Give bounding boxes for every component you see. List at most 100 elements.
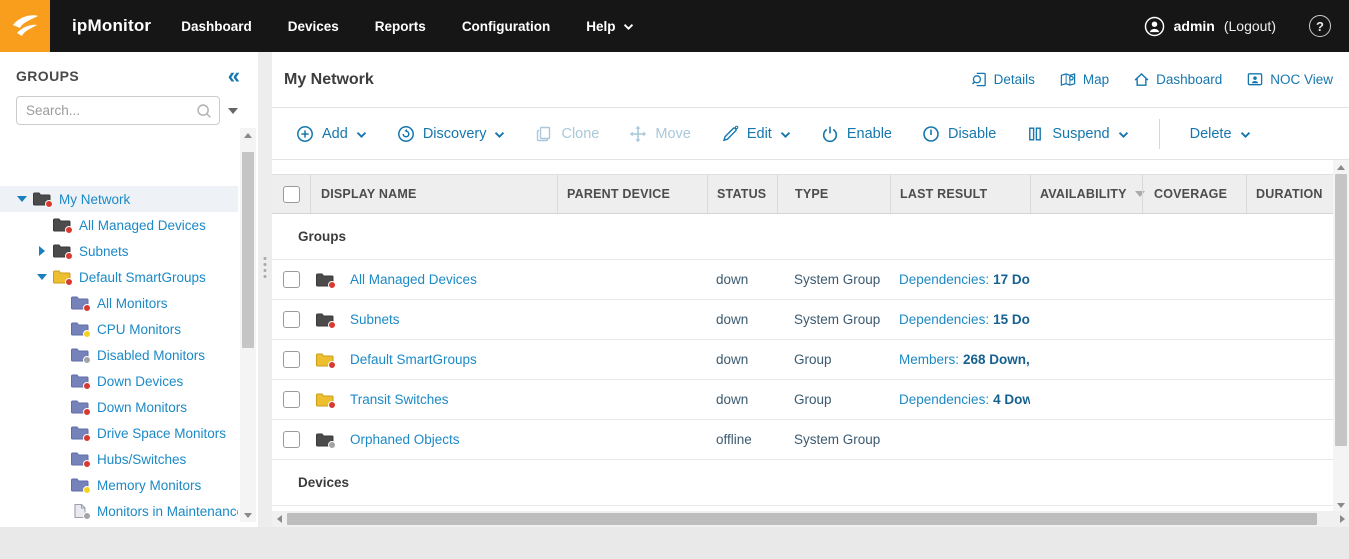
- solarwinds-logo[interactable]: [0, 0, 50, 52]
- row-last-result[interactable]: Members: 268 Down,: [899, 352, 1030, 367]
- nav-item-devices[interactable]: Devices: [288, 19, 339, 34]
- view-link-map[interactable]: Map: [1059, 71, 1109, 88]
- tree-item-label[interactable]: Down Devices: [97, 374, 183, 389]
- table-row[interactable]: Orphaned Objects offline System Group: [272, 420, 1333, 460]
- scroll-up-icon[interactable]: [240, 128, 256, 142]
- red-status-badge: [65, 252, 73, 260]
- row-last-result[interactable]: [899, 432, 903, 447]
- row-checkbox[interactable]: [282, 391, 300, 408]
- tree-item-my-network[interactable]: My Network: [0, 186, 238, 212]
- select-all-checkbox[interactable]: [282, 185, 300, 203]
- row-last-result[interactable]: Dependencies: 4 Dow: [899, 392, 1030, 407]
- tree-item-label[interactable]: All Monitors: [97, 296, 168, 311]
- suspend-button[interactable]: Suspend: [1026, 125, 1128, 143]
- scrollbar-thumb[interactable]: [242, 152, 254, 348]
- scroll-right-icon[interactable]: [1335, 511, 1349, 527]
- search-options-caret-icon[interactable]: [228, 107, 238, 114]
- col-parent-device[interactable]: PARENT DEVICE: [557, 175, 707, 213]
- col-availability[interactable]: AVAILABILITY: [1030, 175, 1145, 213]
- tree-item-label[interactable]: CPU Monitors: [97, 322, 181, 337]
- add-button[interactable]: Add: [296, 125, 367, 143]
- help-icon[interactable]: ?: [1309, 15, 1331, 37]
- row-name-link[interactable]: All Managed Devices: [350, 272, 477, 287]
- edit-button[interactable]: Edit: [721, 125, 791, 143]
- tree-item-cpu-monitors[interactable]: CPU Monitors: [0, 316, 238, 342]
- tree-item-default-smartgroups[interactable]: Default SmartGroups: [0, 264, 238, 290]
- tree-item-down-devices[interactable]: Down Devices: [0, 368, 238, 394]
- scroll-left-icon[interactable]: [272, 511, 286, 527]
- row-last-result[interactable]: Dependencies:15 Dow: [899, 312, 1030, 327]
- row-checkbox[interactable]: [282, 351, 300, 368]
- row-checkbox[interactable]: [282, 271, 300, 288]
- tree-item-subnets[interactable]: Subnets: [0, 238, 238, 264]
- disable-button[interactable]: Disable: [922, 125, 996, 143]
- row-checkbox[interactable]: [282, 311, 300, 328]
- tree-item-label[interactable]: My Network: [59, 192, 130, 207]
- row-name-link[interactable]: Orphaned Objects: [350, 432, 460, 447]
- nav-item-help[interactable]: Help: [586, 19, 633, 34]
- scrollbar-thumb[interactable]: [287, 513, 1317, 525]
- tree-item-label[interactable]: Memory Monitors: [97, 478, 201, 493]
- row-name-link[interactable]: Default SmartGroups: [350, 352, 477, 367]
- tree-item-memory-monitors[interactable]: Memory Monitors: [0, 472, 238, 498]
- tree-item-label[interactable]: Hubs/Switches: [97, 452, 186, 467]
- tree-item-monitors-in-maintenance[interactable]: Monitors in Maintenance: [0, 498, 238, 524]
- tree-item-label[interactable]: Default SmartGroups: [79, 270, 206, 285]
- username[interactable]: admin: [1174, 18, 1215, 34]
- col-coverage[interactable]: COVERAGE: [1142, 175, 1246, 213]
- table-row[interactable]: Transit Switches down Group Dependencies: 4 …: [272, 380, 1333, 420]
- chevron-down-icon: [494, 131, 505, 139]
- discovery-button[interactable]: Discovery: [397, 125, 506, 143]
- logout-link[interactable]: (Logout): [1224, 18, 1276, 34]
- table-section-groups: Groups: [272, 214, 1333, 260]
- sidebar-scrollbar[interactable]: [240, 128, 256, 522]
- view-link-noc-view[interactable]: NOC View: [1246, 71, 1333, 88]
- scroll-up-icon[interactable]: [1333, 160, 1349, 174]
- table-vertical-scrollbar[interactable]: [1333, 160, 1349, 512]
- col-last-result[interactable]: LAST RESULT: [890, 175, 1030, 213]
- col-duration[interactable]: DURATION: [1246, 175, 1333, 213]
- tree-item-label[interactable]: Monitors in Maintenance: [97, 504, 238, 519]
- sidebar-splitter[interactable]: [258, 52, 272, 527]
- col-status[interactable]: STATUS: [707, 175, 777, 213]
- row-last-result[interactable]: Dependencies:17 Dow: [899, 272, 1030, 287]
- table-row[interactable]: Default SmartGroups down Group Members: 268 …: [272, 340, 1333, 380]
- tree-item-label[interactable]: All Managed Devices: [79, 218, 206, 233]
- search-input[interactable]: [16, 96, 220, 125]
- table-row[interactable]: All Managed Devices down System Group Depen…: [272, 260, 1333, 300]
- tree-item-drive-space-monitors[interactable]: Drive Space Monitors: [0, 420, 238, 446]
- tree-item-label[interactable]: Drive Space Monitors: [97, 426, 226, 441]
- gray-status-badge: [83, 512, 91, 520]
- collapse-sidebar-icon[interactable]: «: [228, 65, 240, 87]
- row-checkbox[interactable]: [282, 431, 300, 448]
- table-horizontal-scrollbar[interactable]: [272, 511, 1349, 527]
- scroll-down-icon[interactable]: [240, 508, 256, 522]
- tree-item-hubs-switches[interactable]: Hubs/Switches: [0, 446, 238, 472]
- view-link-dashboard[interactable]: Dashboard: [1133, 71, 1222, 88]
- tree-item-disabled-monitors[interactable]: Disabled Monitors: [0, 342, 238, 368]
- nav-item-dashboard[interactable]: Dashboard: [181, 19, 252, 34]
- nav-item-reports[interactable]: Reports: [375, 19, 426, 34]
- col-display-name[interactable]: DISPLAY NAME: [310, 175, 557, 213]
- tree-item-label[interactable]: Down Monitors: [97, 400, 187, 415]
- tree-item-routers[interactable]: Routers: [0, 524, 238, 527]
- table-row[interactable]: Subnets down System Group Dependencies: 15 D…: [272, 300, 1333, 340]
- col-type[interactable]: TYPE: [777, 175, 890, 213]
- scroll-down-icon[interactable]: [1333, 498, 1349, 512]
- row-name-link[interactable]: Subnets: [350, 312, 400, 327]
- enable-button[interactable]: Enable: [821, 125, 892, 143]
- row-name-link[interactable]: Transit Switches: [350, 392, 449, 407]
- page-title: My Network: [284, 70, 374, 88]
- tree-item-down-monitors[interactable]: Down Monitors: [0, 394, 238, 420]
- tree-item-label[interactable]: Disabled Monitors: [97, 348, 205, 363]
- splitter-handle-icon[interactable]: [263, 257, 267, 278]
- tree-item-all-monitors[interactable]: All Monitors: [0, 290, 238, 316]
- delete-button[interactable]: Delete: [1190, 126, 1251, 142]
- toolbar-button-label: Disable: [947, 125, 997, 142]
- tree-item-all-managed-devices[interactable]: All Managed Devices: [0, 212, 238, 238]
- tree-item-label[interactable]: Subnets: [79, 244, 129, 259]
- nav-item-configuration[interactable]: Configuration: [462, 19, 550, 34]
- scrollbar-thumb[interactable]: [1335, 174, 1347, 446]
- view-link-details[interactable]: Details: [971, 71, 1035, 88]
- main-layout: GROUPS « My Network All Managed Devices Su…: [0, 52, 1349, 527]
